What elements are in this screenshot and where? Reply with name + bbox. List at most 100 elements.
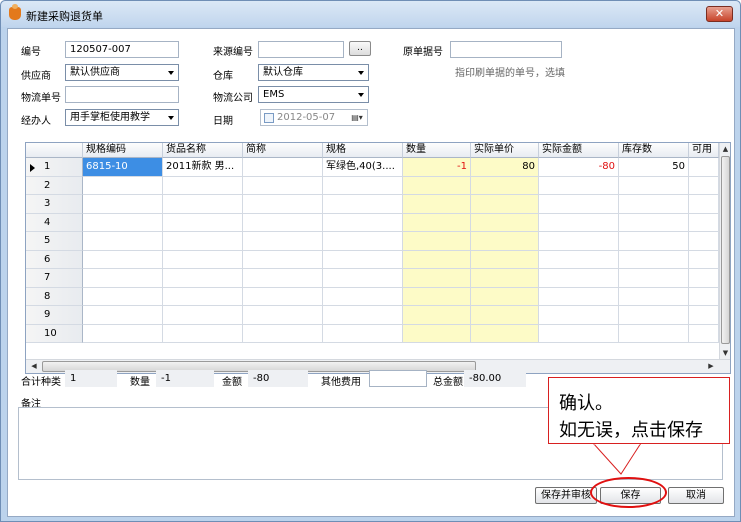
row-header[interactable]: 1 (26, 158, 83, 177)
cell-code[interactable] (83, 250, 163, 269)
cell-spec[interactable] (323, 195, 403, 214)
scroll-thumb-vertical[interactable] (721, 156, 730, 344)
col-header-qty[interactable]: 数量 (403, 143, 471, 158)
col-header-name[interactable]: 货品名称 (163, 143, 243, 158)
cell-code[interactable] (83, 213, 163, 232)
cell-short[interactable] (243, 158, 323, 177)
cell-qty[interactable] (403, 195, 471, 214)
cell-stock[interactable] (619, 176, 689, 195)
cell-qty[interactable]: -1 (403, 158, 471, 177)
cell-amount[interactable] (539, 250, 619, 269)
calendar-dropdown-icon[interactable]: ▤▾ (349, 112, 365, 124)
other-fee-field[interactable] (369, 370, 427, 387)
scroll-right-icon[interactable]: ▶ (705, 360, 717, 373)
number-field[interactable]: 120507-007 (65, 41, 179, 58)
cell-amount[interactable] (539, 213, 619, 232)
cell-avail[interactable] (689, 195, 719, 214)
cell-avail[interactable] (689, 306, 719, 325)
cell-spec[interactable] (323, 324, 403, 343)
cell-qty[interactable] (403, 250, 471, 269)
cell-code[interactable] (83, 269, 163, 288)
col-header-price[interactable]: 实际单价 (471, 143, 539, 158)
cell-name[interactable] (163, 213, 243, 232)
cell-stock[interactable] (619, 250, 689, 269)
close-button[interactable]: ✕ (706, 6, 733, 22)
cell-name[interactable] (163, 324, 243, 343)
cell-qty[interactable] (403, 306, 471, 325)
row-header[interactable]: 5 (26, 232, 83, 251)
cell-price[interactable] (471, 287, 539, 306)
cell-name[interactable] (163, 306, 243, 325)
save-and-review-button[interactable]: 保存并审核 (535, 487, 597, 504)
cell-qty[interactable] (403, 213, 471, 232)
cell-avail[interactable] (689, 232, 719, 251)
row-header[interactable]: 2 (26, 176, 83, 195)
cell-amount[interactable] (539, 176, 619, 195)
logistics-select[interactable]: EMS (258, 86, 369, 103)
source-browse-button[interactable]: .. (349, 41, 371, 56)
cell-amount[interactable] (539, 269, 619, 288)
cell-avail[interactable] (689, 269, 719, 288)
cell-short[interactable] (243, 195, 323, 214)
cell-spec[interactable] (323, 287, 403, 306)
cell-avail[interactable] (689, 287, 719, 306)
row-header[interactable]: 7 (26, 269, 83, 288)
cell-stock[interactable] (619, 232, 689, 251)
cell-price[interactable] (471, 195, 539, 214)
vertical-scrollbar[interactable]: ▲ ▼ (719, 143, 730, 359)
cell-short[interactable] (243, 306, 323, 325)
cell-spec[interactable] (323, 269, 403, 288)
cell-amount[interactable] (539, 195, 619, 214)
cell-spec[interactable]: 军绿色,40(3.... (323, 158, 403, 177)
scroll-up-icon[interactable]: ▲ (720, 143, 730, 155)
cell-stock[interactable] (619, 195, 689, 214)
cell-qty[interactable] (403, 269, 471, 288)
row-header[interactable]: 3 (26, 195, 83, 214)
row-header[interactable]: 8 (26, 287, 83, 306)
scroll-left-icon[interactable]: ◀ (28, 360, 40, 373)
row-header[interactable]: 6 (26, 250, 83, 269)
cell-price[interactable] (471, 232, 539, 251)
cell-name[interactable] (163, 232, 243, 251)
cell-code[interactable] (83, 287, 163, 306)
cell-qty[interactable] (403, 232, 471, 251)
cell-name[interactable]: 2011新款 男... (163, 158, 243, 177)
col-header-avail[interactable]: 可用 (689, 143, 719, 158)
cell-avail[interactable] (689, 250, 719, 269)
cell-spec[interactable] (323, 232, 403, 251)
cell-short[interactable] (243, 176, 323, 195)
row-header[interactable]: 10 (26, 324, 83, 343)
col-header-code[interactable]: 规格编码 (83, 143, 163, 158)
date-picker[interactable]: 2012-05-07 ▤▾ (260, 109, 368, 126)
date-checkbox[interactable] (264, 113, 274, 123)
cell-qty[interactable] (403, 287, 471, 306)
cell-stock[interactable] (619, 324, 689, 343)
cell-amount[interactable] (539, 287, 619, 306)
cell-name[interactable] (163, 269, 243, 288)
cell-spec[interactable] (323, 176, 403, 195)
cell-price[interactable]: 80 (471, 158, 539, 177)
cell-name[interactable] (163, 250, 243, 269)
warehouse-select[interactable]: 默认仓库 (258, 64, 369, 81)
cell-price[interactable] (471, 324, 539, 343)
cell-short[interactable] (243, 232, 323, 251)
row-header[interactable]: 9 (26, 306, 83, 325)
row-header[interactable]: 4 (26, 213, 83, 232)
cell-stock[interactable] (619, 287, 689, 306)
cell-code[interactable] (83, 232, 163, 251)
cell-spec[interactable] (323, 250, 403, 269)
cell-spec[interactable] (323, 306, 403, 325)
cell-amount[interactable] (539, 232, 619, 251)
orig-number-field[interactable] (450, 41, 562, 58)
tracking-field[interactable] (65, 86, 179, 103)
cell-qty[interactable] (403, 324, 471, 343)
source-field[interactable] (258, 41, 344, 58)
cell-code[interactable]: 6815-10 (83, 158, 163, 177)
cell-stock[interactable] (619, 269, 689, 288)
cell-name[interactable] (163, 195, 243, 214)
cell-price[interactable] (471, 250, 539, 269)
cell-name[interactable] (163, 287, 243, 306)
scroll-down-icon[interactable]: ▼ (720, 347, 730, 359)
cell-price[interactable] (471, 306, 539, 325)
cell-code[interactable] (83, 176, 163, 195)
